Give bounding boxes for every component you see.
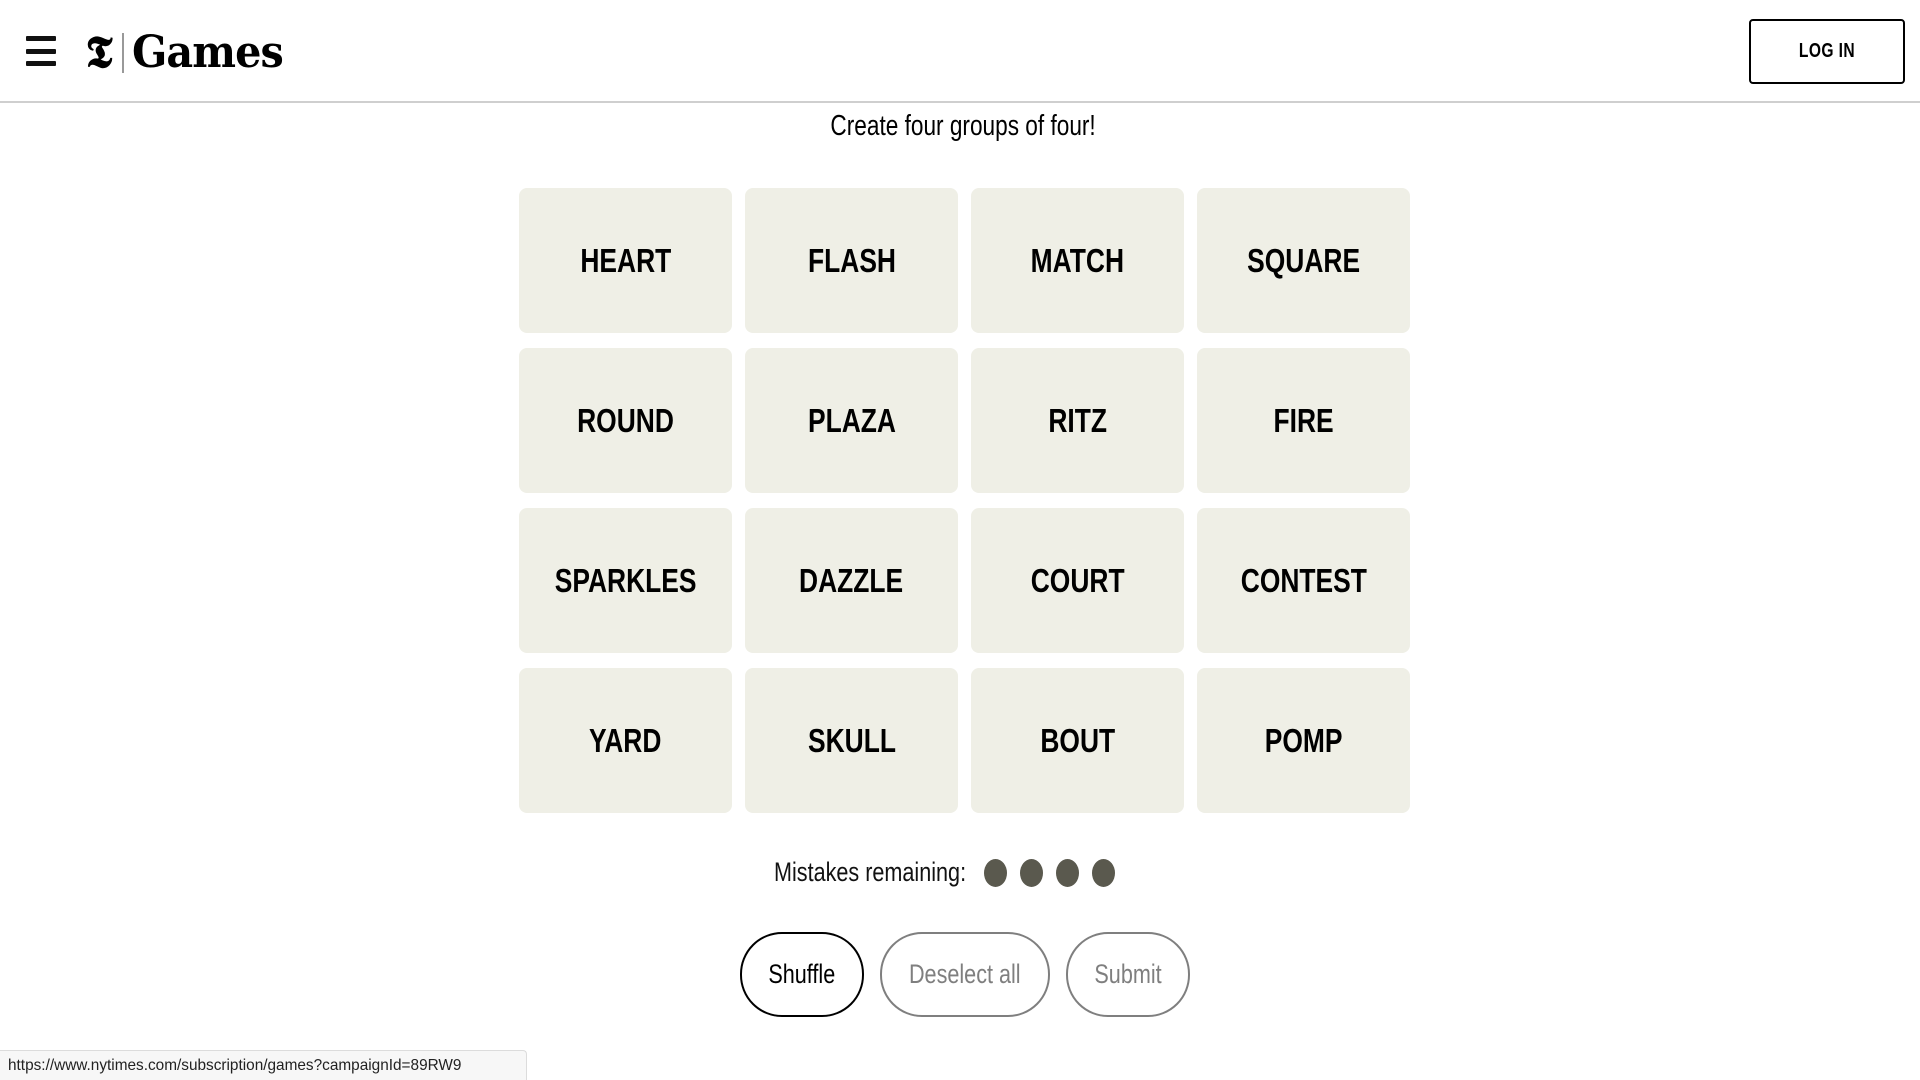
word-tile[interactable]: COURT <box>971 508 1184 653</box>
word-tile[interactable]: CONTEST <box>1197 508 1410 653</box>
browser-status-bar: https://www.nytimes.com/subscription/gam… <box>0 1050 527 1080</box>
word-tile-label: CONTEST <box>1240 561 1367 599</box>
word-tile[interactable]: HEART <box>519 188 732 333</box>
submit-button-label: Submit <box>1094 959 1162 989</box>
mistakes-dots <box>984 858 1115 887</box>
word-tile[interactable]: RITZ <box>971 348 1184 493</box>
word-tile[interactable]: SPARKLES <box>519 508 732 653</box>
login-button-label: LOG IN <box>1798 40 1856 62</box>
hamburger-line <box>26 61 56 66</box>
word-tile-label: DAZZLE <box>799 561 904 599</box>
hamburger-line <box>26 36 56 41</box>
word-tile-label: SPARKLES <box>554 561 697 599</box>
logo-games-text: Games <box>132 27 284 78</box>
hamburger-line <box>26 48 56 54</box>
submit-button[interactable]: Submit <box>1066 932 1190 1017</box>
word-tile[interactable]: SKULL <box>745 668 958 813</box>
game-instructions: Create four groups of four! <box>0 110 1920 143</box>
shuffle-button-label: Shuffle <box>768 959 836 989</box>
word-tile-label: HEART <box>580 241 671 279</box>
mistake-dot <box>1020 858 1043 887</box>
word-tile[interactable]: SQUARE <box>1197 188 1410 333</box>
word-tile[interactable]: YARD <box>519 668 732 813</box>
word-tile-label: FIRE <box>1273 401 1334 439</box>
word-tile[interactable]: POMP <box>1197 668 1410 813</box>
login-button[interactable]: LOG IN <box>1749 19 1905 84</box>
mistake-dot <box>1056 858 1079 887</box>
site-header: 𝕿 Games LOG IN <box>0 0 1920 103</box>
word-tile[interactable]: DAZZLE <box>745 508 958 653</box>
word-tile-label: YARD <box>589 721 662 759</box>
word-tile-label: ROUND <box>577 401 674 439</box>
word-tile[interactable]: BOUT <box>971 668 1184 813</box>
deselect-all-button[interactable]: Deselect all <box>880 932 1050 1017</box>
word-tile-label: PLAZA <box>807 401 896 439</box>
nyt-t-logo-icon: 𝕿 <box>85 27 113 78</box>
word-tile-label: COURT <box>1030 561 1125 599</box>
deselect-all-button-label: Deselect all <box>909 959 1021 989</box>
mistakes-remaining: Mistakes remaining: <box>774 855 1115 890</box>
mistake-dot <box>984 858 1007 887</box>
mistake-dot <box>1092 858 1115 887</box>
word-tile-label: MATCH <box>1030 241 1125 279</box>
word-tile[interactable]: MATCH <box>971 188 1184 333</box>
word-tile-label: BOUT <box>1040 721 1115 759</box>
nyt-games-logo[interactable]: 𝕿 Games <box>82 28 292 78</box>
game-instructions-text: Create four groups of four! <box>830 110 1097 142</box>
word-tile[interactable]: FLASH <box>745 188 958 333</box>
mistakes-remaining-label: Mistakes remaining: <box>774 857 967 887</box>
word-tile-label: SKULL <box>807 721 896 759</box>
word-tile[interactable]: ROUND <box>519 348 732 493</box>
word-tile[interactable]: PLAZA <box>745 348 958 493</box>
hamburger-menu-icon[interactable] <box>26 36 56 66</box>
word-tile-label: SQUARE <box>1247 241 1360 279</box>
word-tile-label: FLASH <box>807 241 896 279</box>
word-tile-label: POMP <box>1264 721 1343 759</box>
word-grid: HEART FLASH MATCH SQUARE ROUND PLAZA RIT… <box>519 188 1411 813</box>
status-bar-url: https://www.nytimes.com/subscription/gam… <box>8 1056 462 1074</box>
shuffle-button[interactable]: Shuffle <box>740 932 864 1017</box>
word-tile[interactable]: FIRE <box>1197 348 1410 493</box>
word-tile-label: RITZ <box>1048 401 1107 439</box>
logo-divider <box>122 33 124 73</box>
